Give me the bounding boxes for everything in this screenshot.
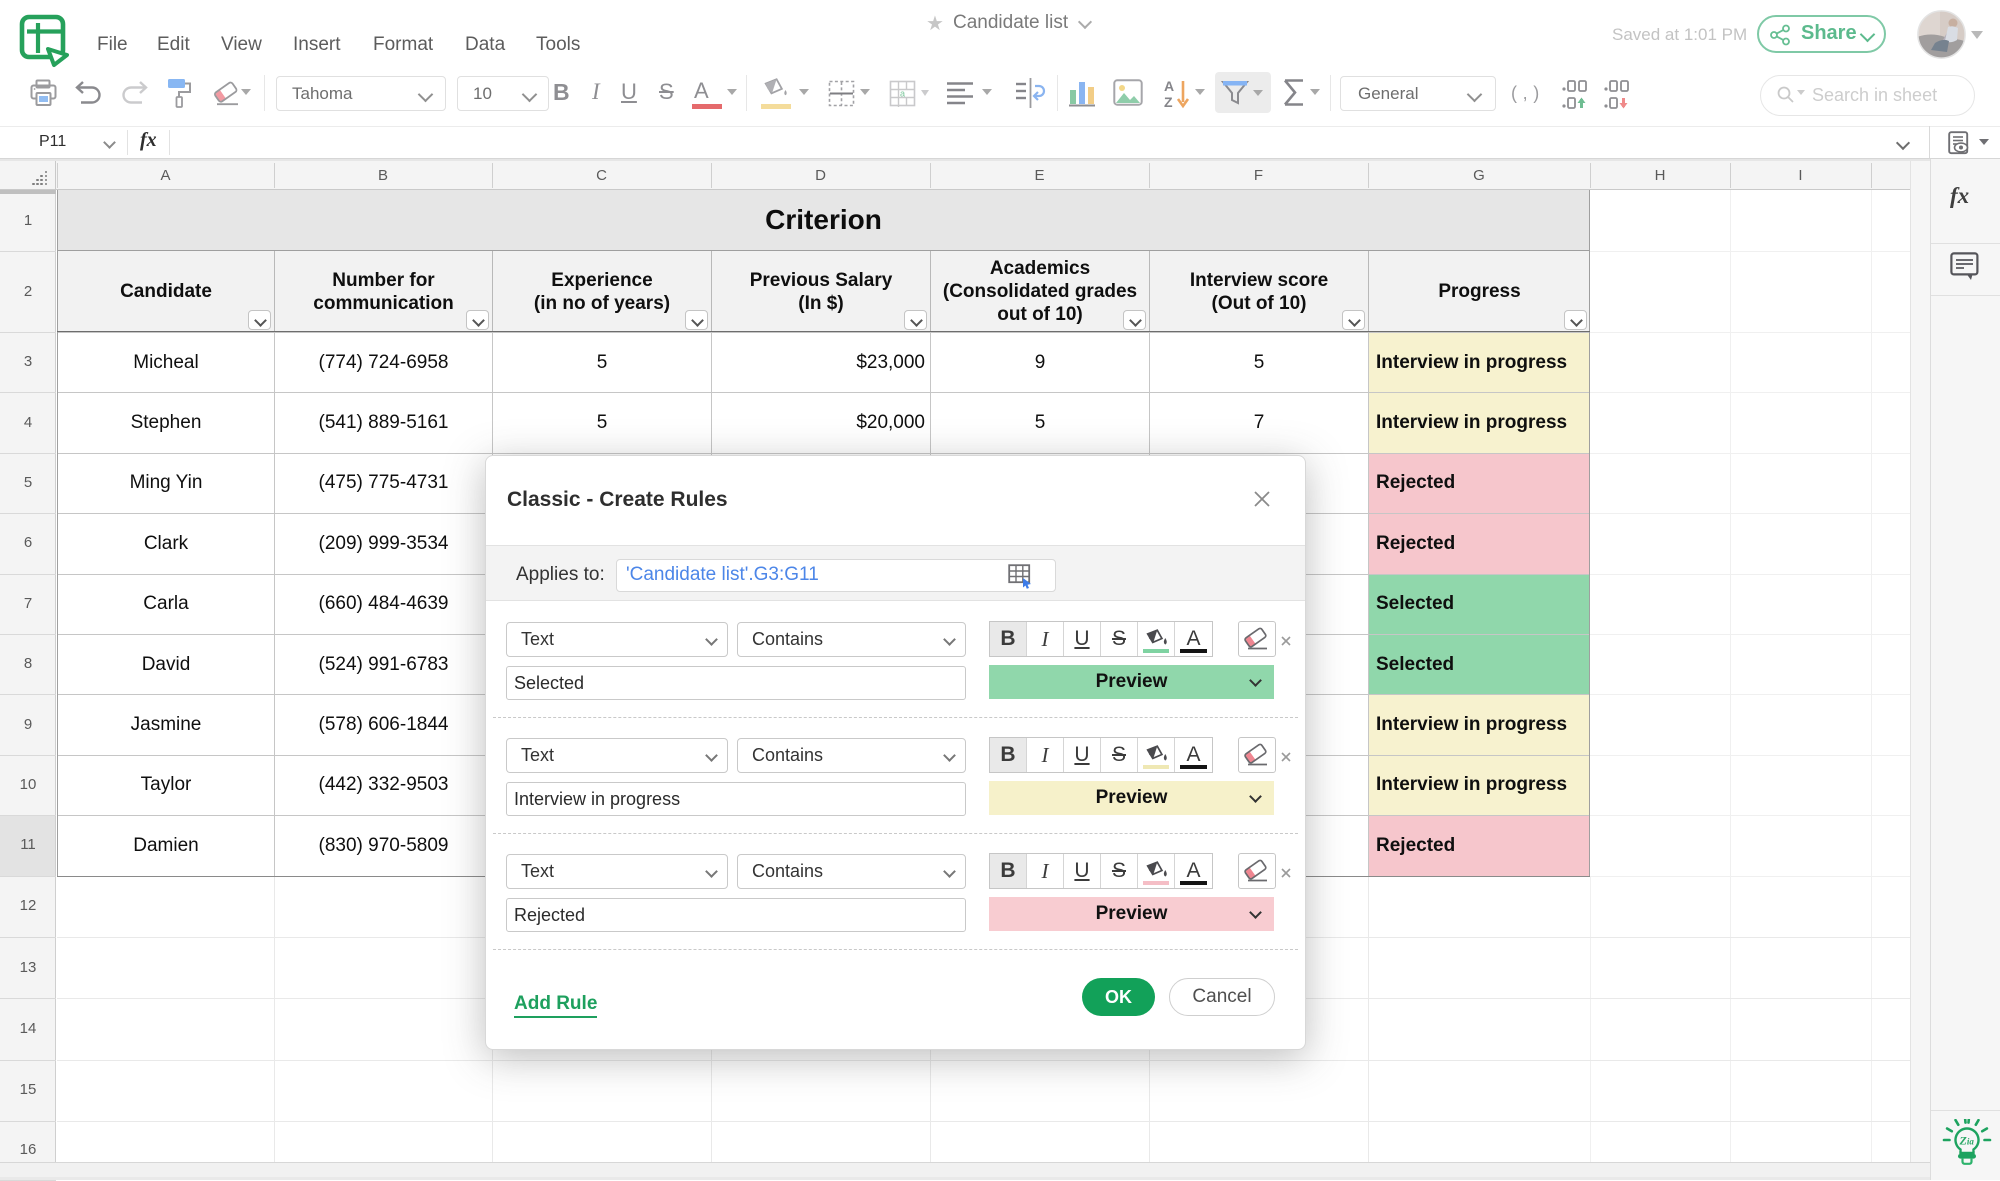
svg-text:a: a (900, 89, 905, 99)
svg-text:Zia: Zia (1959, 1134, 1975, 1148)
svg-text:Z: Z (1164, 94, 1173, 109)
svg-text:A: A (1164, 78, 1174, 94)
